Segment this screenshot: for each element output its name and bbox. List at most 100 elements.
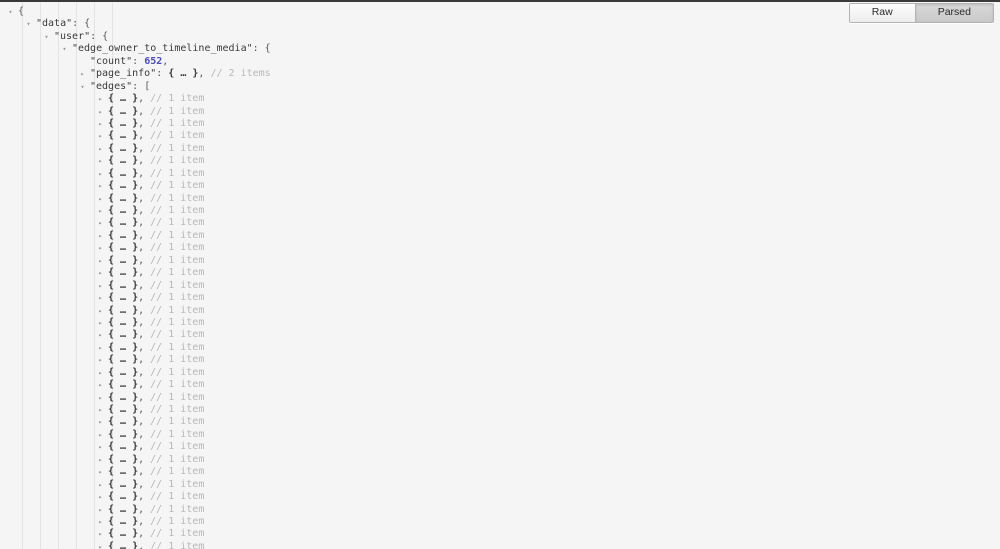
json-item-count-comment: // 1 item: [144, 167, 205, 179]
json-item-count-comment: // 1 item: [144, 267, 205, 279]
json-tree-row-edge[interactable]: ▸{ … }, // 1 item: [0, 255, 1000, 267]
chevron-right-icon[interactable]: ▸: [96, 193, 105, 205]
view-mode-segmented-control[interactable]: Raw Parsed: [848, 3, 994, 23]
json-tree-row-edge[interactable]: ▸{ … }, // 1 item: [0, 280, 1000, 292]
json-value: { … }: [108, 93, 139, 105]
json-tree-row-edge[interactable]: ▸{ … }, // 1 item: [0, 155, 1000, 167]
chevron-right-icon[interactable]: ▸: [96, 242, 105, 254]
json-tree-row-edge[interactable]: ▸{ … }, // 1 item: [0, 404, 1000, 416]
chevron-right-icon[interactable]: ▸: [96, 155, 105, 167]
chevron-right-icon[interactable]: ▸: [96, 143, 105, 155]
json-tree-row-edge[interactable]: ▸{ … }, // 1 item: [0, 217, 1000, 229]
chevron-down-icon[interactable]: ▾: [24, 18, 33, 30]
chevron-right-icon[interactable]: ▸: [96, 267, 105, 279]
json-tree-row-edge[interactable]: ▸{ … }, // 1 item: [0, 242, 1000, 254]
json-tree-row[interactable]: "count": 652,: [0, 56, 1000, 68]
json-tree-row-edge[interactable]: ▸{ … }, // 1 item: [0, 292, 1000, 304]
json-tree-row[interactable]: ▸ "page_info": { … }, // 2 items: [0, 68, 1000, 80]
json-tree-row-edge[interactable]: ▸{ … }, // 1 item: [0, 392, 1000, 404]
json-tree-row-edge[interactable]: ▸{ … }, // 1 item: [0, 379, 1000, 391]
chevron-right-icon[interactable]: ▸: [96, 491, 105, 503]
json-tree-row-edge[interactable]: ▸{ … }, // 1 item: [0, 516, 1000, 528]
chevron-right-icon[interactable]: ▸: [78, 68, 87, 80]
json-tree-row-edge[interactable]: ▸{ … }, // 1 item: [0, 305, 1000, 317]
json-tree-row-edge[interactable]: ▸{ … }, // 1 item: [0, 441, 1000, 453]
json-tree-row-edge[interactable]: ▸{ … }, // 1 item: [0, 143, 1000, 155]
chevron-right-icon[interactable]: ▸: [96, 454, 105, 466]
json-tree-row-edge[interactable]: ▸{ … }, // 1 item: [0, 504, 1000, 516]
json-row-text: { … }, // 1 item: [108, 118, 204, 130]
json-tree-row-edge[interactable]: ▸{ … }, // 1 item: [0, 541, 1000, 549]
chevron-right-icon[interactable]: ▸: [96, 168, 105, 180]
chevron-right-icon[interactable]: ▸: [96, 541, 105, 549]
chevron-right-icon[interactable]: ▸: [96, 118, 105, 130]
json-tree-row-edge[interactable]: ▸{ … }, // 1 item: [0, 130, 1000, 142]
chevron-right-icon[interactable]: ▸: [96, 205, 105, 217]
chevron-right-icon[interactable]: ▸: [96, 329, 105, 341]
chevron-right-icon[interactable]: ▸: [96, 416, 105, 428]
chevron-right-icon[interactable]: ▸: [96, 392, 105, 404]
chevron-down-icon[interactable]: ▾: [60, 43, 69, 55]
chevron-right-icon[interactable]: ▸: [96, 429, 105, 441]
json-tree-row-edge[interactable]: ▸{ … }, // 1 item: [0, 205, 1000, 217]
chevron-right-icon[interactable]: ▸: [96, 466, 105, 478]
chevron-right-icon[interactable]: ▸: [96, 217, 105, 229]
chevron-right-icon[interactable]: ▸: [96, 367, 105, 379]
json-row-text: { … }, // 1 item: [108, 143, 204, 155]
chevron-down-icon[interactable]: ▾: [42, 31, 51, 43]
chevron-right-icon[interactable]: ▸: [96, 106, 105, 118]
chevron-down-icon[interactable]: ▾: [6, 6, 15, 18]
json-tree-row-edge[interactable]: ▸{ … }, // 1 item: [0, 429, 1000, 441]
chevron-down-icon[interactable]: ▾: [78, 81, 87, 93]
chevron-right-icon[interactable]: ▸: [96, 255, 105, 267]
chevron-right-icon[interactable]: ▸: [96, 441, 105, 453]
chevron-right-icon[interactable]: ▸: [96, 504, 105, 516]
chevron-right-icon[interactable]: ▸: [96, 528, 105, 540]
json-tree-row-edge[interactable]: ▸{ … }, // 1 item: [0, 168, 1000, 180]
chevron-right-icon[interactable]: ▸: [96, 342, 105, 354]
chevron-right-icon[interactable]: ▸: [96, 379, 105, 391]
json-tree-row-edge[interactable]: ▸{ … }, // 1 item: [0, 466, 1000, 478]
chevron-right-icon[interactable]: ▸: [96, 317, 105, 329]
json-tree-row-edge[interactable]: ▸{ … }, // 1 item: [0, 367, 1000, 379]
json-tree-row-edge[interactable]: ▸{ … }, // 1 item: [0, 491, 1000, 503]
chevron-right-icon[interactable]: ▸: [96, 479, 105, 491]
chevron-right-icon[interactable]: ▸: [96, 292, 105, 304]
chevron-right-icon[interactable]: ▸: [96, 354, 105, 366]
json-tree-row-edge[interactable]: ▸{ … }, // 1 item: [0, 416, 1000, 428]
chevron-right-icon[interactable]: ▸: [96, 280, 105, 292]
chevron-right-icon[interactable]: ▸: [96, 404, 105, 416]
json-tree-row-edge[interactable]: ▸{ … }, // 1 item: [0, 479, 1000, 491]
chevron-right-icon[interactable]: ▸: [96, 180, 105, 192]
chevron-right-icon[interactable]: ▸: [96, 130, 105, 142]
json-tree-rows: ▾{▾ "data": {▾ "user": {▾ "edge_owner_to_ti…: [0, 6, 1000, 549]
json-item-count-comment: // 1 item: [144, 478, 205, 490]
chevron-right-icon[interactable]: ▸: [96, 305, 105, 317]
json-trailing-comma: ,: [162, 55, 169, 67]
json-tree-row-edge[interactable]: ▸{ … }, // 1 item: [0, 342, 1000, 354]
raw-view-button[interactable]: Raw: [849, 4, 915, 22]
json-tree-row[interactable]: ▾ "edges": [: [0, 81, 1000, 93]
json-tree-row-edge[interactable]: ▸{ … }, // 1 item: [0, 354, 1000, 366]
json-tree-row-edge[interactable]: ▸{ … }, // 1 item: [0, 329, 1000, 341]
json-row-text: { … }, // 1 item: [108, 541, 204, 549]
chevron-right-icon[interactable]: ▸: [96, 93, 105, 105]
json-tree-row-edge[interactable]: ▸{ … }, // 1 item: [0, 528, 1000, 540]
json-tree-row-edge[interactable]: ▸{ … }, // 1 item: [0, 267, 1000, 279]
json-tree-row-edge[interactable]: ▸{ … }, // 1 item: [0, 180, 1000, 192]
json-row-text: { … }, // 1 item: [108, 155, 204, 167]
parsed-view-button[interactable]: Parsed: [914, 4, 993, 22]
json-tree-row-edge[interactable]: ▸{ … }, // 1 item: [0, 317, 1000, 329]
json-tree-row-edge[interactable]: ▸{ … }, // 1 item: [0, 454, 1000, 466]
json-tree-row-edge[interactable]: ▸{ … }, // 1 item: [0, 93, 1000, 105]
json-tree-row-edge[interactable]: ▸{ … }, // 1 item: [0, 193, 1000, 205]
json-item-count-comment: // 1 item: [144, 491, 205, 503]
json-tree-row-edge[interactable]: ▸{ … }, // 1 item: [0, 106, 1000, 118]
json-tree-row[interactable]: ▾ "edge_owner_to_timeline_media": {: [0, 43, 1000, 55]
json-tree-row[interactable]: ▾ "user": {: [0, 31, 1000, 43]
chevron-right-icon[interactable]: ▸: [96, 516, 105, 528]
chevron-right-icon[interactable]: ▸: [96, 230, 105, 242]
json-tree-panel[interactable]: ▾{▾ "data": {▾ "user": {▾ "edge_owner_to_ti…: [0, 2, 1000, 549]
json-tree-row-edge[interactable]: ▸{ … }, // 1 item: [0, 118, 1000, 130]
json-tree-row-edge[interactable]: ▸{ … }, // 1 item: [0, 230, 1000, 242]
